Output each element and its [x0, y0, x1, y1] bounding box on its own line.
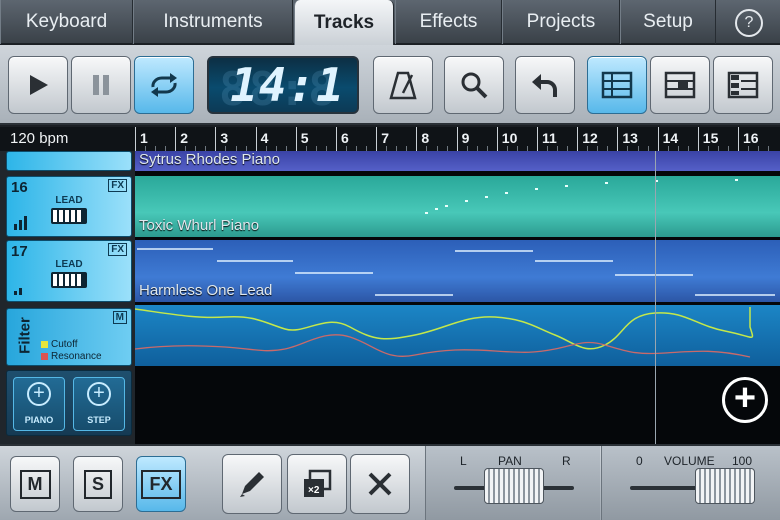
- tab-tracks[interactable]: Tracks: [294, 0, 394, 46]
- add-pattern-button[interactable]: +: [722, 377, 768, 423]
- svg-text:×2: ×2: [308, 485, 320, 496]
- clone-icon: ×2: [304, 469, 332, 497]
- pattern-clip[interactable]: Toxic Whurl Piano: [135, 176, 780, 237]
- track-type-label: LEAD: [55, 259, 83, 270]
- cutoff-swatch: [41, 341, 48, 348]
- magnifier-icon: [461, 72, 488, 99]
- automation-track-header[interactable]: Filter M Cutoff Resonance: [6, 308, 132, 366]
- fx-label: FX: [141, 469, 181, 499]
- pattern-name: Toxic Whurl Piano: [139, 217, 260, 234]
- bottom-toolbar: M S FX ×2 L PAN R 0 VOLUME 100: [0, 444, 780, 520]
- solo-button[interactable]: S: [73, 456, 123, 512]
- add-track-panel: + PIANO + STEP: [6, 370, 132, 436]
- playlist-view-icon: [601, 71, 633, 99]
- volume-max-label: 100: [732, 454, 753, 468]
- pan-slider-knob[interactable]: [484, 468, 544, 504]
- tab-keyboard[interactable]: Keyboard: [0, 0, 133, 44]
- pan-left-label: L: [460, 454, 467, 468]
- mute-label: M: [19, 469, 51, 499]
- automation-clip[interactable]: [135, 305, 780, 366]
- track-number: 16: [11, 179, 28, 196]
- volume-title: VOLUME: [664, 454, 715, 468]
- delete-tool-button[interactable]: [350, 454, 410, 514]
- legend-cutoff: Cutoff: [41, 339, 78, 350]
- legend-resonance: Resonance: [41, 351, 102, 362]
- resonance-swatch: [41, 353, 48, 360]
- play-button[interactable]: [8, 56, 68, 114]
- tempo-display[interactable]: 120 bpm: [0, 127, 135, 151]
- track-headers: 16 FX LEAD 17 FX LEAD Filter M Cutoff Re…: [0, 151, 135, 444]
- view-pattern-button[interactable]: [650, 56, 710, 114]
- timeline-ruler[interactable]: 1 2 3 4 5 6 7 8 9 10 11 12 13 14 15 16: [135, 127, 780, 151]
- help-button[interactable]: ?: [735, 9, 763, 37]
- playhead[interactable]: [655, 151, 656, 444]
- tab-projects[interactable]: Projects: [502, 0, 620, 44]
- volume-slider-panel: 0 VOLUME 100: [601, 446, 780, 520]
- pause-button[interactable]: [71, 56, 131, 114]
- tab-instruments[interactable]: Instruments: [133, 0, 293, 44]
- keyboard-icon: [51, 272, 87, 288]
- close-icon: [368, 472, 392, 496]
- pattern-name: Sytrus Rhodes Piano: [139, 151, 280, 168]
- pause-icon: [93, 75, 109, 95]
- pattern-clip[interactable]: Harmless One Lead: [135, 240, 780, 302]
- plus-icon: +: [27, 382, 51, 406]
- position-display: 88:8 14:1: [207, 56, 359, 116]
- metronome-icon: [389, 71, 417, 100]
- add-step-button[interactable]: + STEP: [73, 377, 125, 431]
- track-header-partial[interactable]: [6, 151, 132, 171]
- track-type-label: LEAD: [55, 195, 83, 206]
- piano-roll-view-icon: [727, 71, 759, 99]
- position-readout: 14:1: [230, 58, 345, 112]
- automation-badge[interactable]: M: [112, 311, 127, 324]
- add-step-label: STEP: [87, 415, 111, 425]
- play-icon: [30, 75, 48, 95]
- solo-label: S: [83, 469, 112, 499]
- track-header-16[interactable]: 16 FX LEAD: [6, 176, 132, 237]
- transport-toolbar: 88:8 14:1: [0, 45, 780, 125]
- volume-bars-icon: [14, 216, 27, 230]
- pan-right-label: R: [562, 454, 571, 468]
- tab-effects[interactable]: Effects: [395, 0, 502, 44]
- undo-button[interactable]: [515, 56, 575, 114]
- pattern-clip[interactable]: Sytrus Rhodes Piano: [135, 151, 780, 171]
- automation-label: Filter: [16, 317, 34, 354]
- mute-button[interactable]: M: [10, 456, 60, 512]
- track-header-17[interactable]: 17 FX LEAD: [6, 240, 132, 302]
- add-piano-button[interactable]: + PIANO: [13, 377, 65, 431]
- draw-tool-button[interactable]: [222, 454, 282, 514]
- automation-curves: [135, 307, 754, 358]
- loop-button[interactable]: [134, 56, 194, 114]
- add-piano-label: PIANO: [24, 415, 54, 425]
- metronome-button[interactable]: [373, 56, 433, 114]
- volume-bars-icon: [14, 288, 22, 295]
- track-number: 17: [11, 243, 28, 260]
- pan-title: PAN: [498, 454, 522, 468]
- track-fx-badge[interactable]: FX: [108, 179, 127, 192]
- keyboard-icon: [51, 208, 87, 224]
- plus-icon: +: [87, 382, 111, 406]
- pan-slider-panel: L PAN R: [425, 446, 600, 520]
- undo-icon: [532, 74, 557, 97]
- pattern-name: Harmless One Lead: [139, 282, 273, 299]
- pencil-icon: [240, 472, 264, 497]
- view-playlist-button[interactable]: [587, 56, 647, 114]
- legend-label: Cutoff: [51, 339, 78, 350]
- loop-icon: [151, 73, 177, 97]
- legend-label: Resonance: [51, 351, 102, 362]
- pattern-view-icon: [664, 71, 696, 99]
- zoom-button[interactable]: [444, 56, 504, 114]
- view-piano-roll-button[interactable]: [713, 56, 773, 114]
- volume-slider-knob[interactable]: [695, 468, 756, 504]
- volume-min-label: 0: [636, 454, 643, 468]
- tab-bar: Keyboard Instruments Tracks Effects Proj…: [0, 0, 780, 46]
- playlist-lanes[interactable]: Sytrus Rhodes Piano Toxic Whurl Piano Ha…: [135, 151, 780, 444]
- track-fx-badge[interactable]: FX: [108, 243, 127, 256]
- clone-tool-button[interactable]: ×2: [287, 454, 347, 514]
- fx-button[interactable]: FX: [136, 456, 186, 512]
- tab-setup[interactable]: Setup: [620, 0, 716, 44]
